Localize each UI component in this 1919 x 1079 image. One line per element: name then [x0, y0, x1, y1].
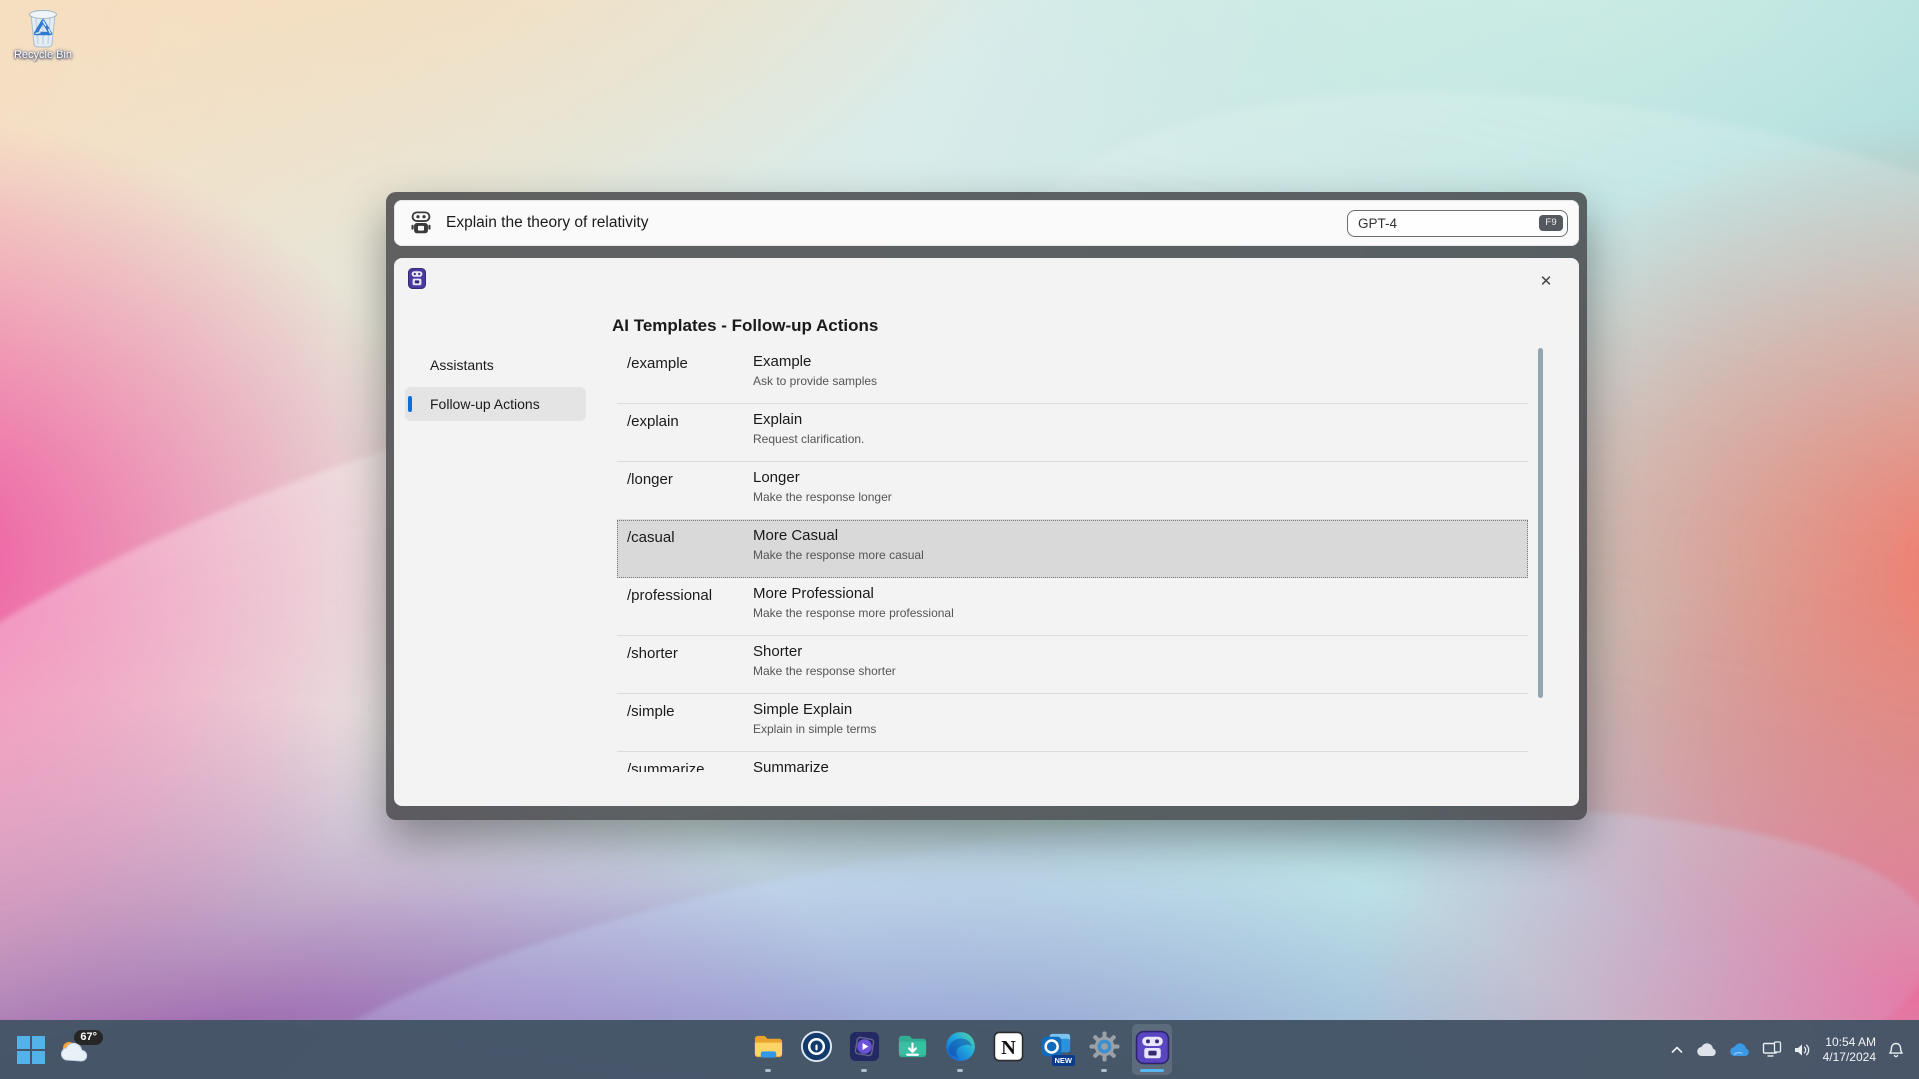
- onedrive-icon[interactable]: [1729, 1042, 1751, 1058]
- taskbar-apps: N NEW: [748, 1024, 1172, 1075]
- tray-time: 10:54 AM: [1823, 1035, 1876, 1050]
- template-row[interactable]: /simple Simple Explain Explain in simple…: [617, 694, 1528, 752]
- ai-assistant-icon[interactable]: [1132, 1024, 1172, 1075]
- model-name: GPT-4: [1358, 216, 1397, 231]
- taskbar: 67°: [0, 1020, 1919, 1079]
- outlook-new-badge: NEW: [1052, 1055, 1076, 1067]
- notifications-bell-icon[interactable]: [1887, 1041, 1905, 1059]
- templates-list: /example Example Ask to provide samples …: [617, 346, 1528, 772]
- template-name: Example: [753, 353, 877, 370]
- weather-widget[interactable]: 67°: [57, 1036, 97, 1066]
- recycle-bin-shortcut[interactable]: Recycle Bin: [8, 6, 78, 61]
- settings-icon[interactable]: [1084, 1024, 1124, 1075]
- template-command: /explain: [627, 411, 753, 461]
- sidebar-item-label: Follow-up Actions: [430, 396, 540, 412]
- prompt-input-text[interactable]: Explain the theory of relativity: [446, 214, 648, 232]
- sidebar-item-label: Assistants: [430, 357, 494, 373]
- template-description: Request clarification.: [753, 432, 864, 446]
- robot-icon: [408, 210, 434, 236]
- notion-icon[interactable]: N: [988, 1024, 1028, 1075]
- template-name: Simple Explain: [753, 701, 876, 718]
- templates-panel: ✕ AI Templates - Follow-up Actions Assis…: [394, 258, 1579, 806]
- file-explorer-icon[interactable]: [748, 1024, 788, 1075]
- recycle-bin-icon: [8, 6, 78, 48]
- weather-temp: 67°: [74, 1030, 103, 1045]
- template-description: Make the response more professional: [753, 606, 954, 620]
- template-command: /example: [627, 353, 753, 403]
- page-title: AI Templates - Follow-up Actions: [612, 316, 878, 336]
- template-description: Ask to provide samples: [753, 374, 877, 388]
- template-row[interactable]: /summarize Summarize: [617, 752, 1528, 772]
- media-player-icon[interactable]: [844, 1024, 884, 1075]
- system-tray: 10:54 AM 4/17/2024: [1669, 1020, 1919, 1079]
- template-row[interactable]: /professional More Professional Make the…: [617, 578, 1528, 636]
- assistant-prompt-bar[interactable]: Explain the theory of relativity GPT-4 F…: [394, 200, 1579, 246]
- template-command: /simple: [627, 701, 753, 751]
- microsoft-edge-icon[interactable]: [940, 1024, 980, 1075]
- model-hotkey-badge: F9: [1539, 215, 1563, 231]
- model-selector[interactable]: GPT-4 F9: [1347, 210, 1568, 237]
- 1password-icon[interactable]: [796, 1024, 836, 1075]
- cast-display-icon[interactable]: [1762, 1041, 1782, 1059]
- notion-letter: N: [1001, 1037, 1016, 1059]
- assistant-app-icon: [408, 268, 426, 289]
- tray-date: 4/17/2024: [1823, 1050, 1876, 1065]
- template-row[interactable]: /longer Longer Make the response longer: [617, 462, 1528, 520]
- templates-sidebar: Assistants Follow-up Actions: [405, 348, 586, 421]
- template-row[interactable]: /shorter Shorter Make the response short…: [617, 636, 1528, 694]
- template-name: More Professional: [753, 585, 954, 602]
- template-description: Make the response longer: [753, 490, 892, 504]
- template-name: Shorter: [753, 643, 896, 660]
- template-command: /shorter: [627, 643, 753, 693]
- template-name: Explain: [753, 411, 864, 428]
- clock[interactable]: 10:54 AM 4/17/2024: [1823, 1035, 1876, 1065]
- template-row[interactable]: /explain Explain Request clarification.: [617, 404, 1528, 462]
- template-description: Make the response shorter: [753, 664, 896, 678]
- close-icon[interactable]: ✕: [1535, 270, 1557, 292]
- recycle-bin-label: Recycle Bin: [8, 49, 78, 61]
- template-row[interactable]: /example Example Ask to provide samples: [617, 346, 1528, 404]
- tray-chevron-icon[interactable]: [1669, 1042, 1685, 1058]
- outlook-icon[interactable]: NEW: [1036, 1024, 1076, 1075]
- sidebar-item[interactable]: Assistants: [405, 348, 586, 382]
- scrollbar[interactable]: [1538, 348, 1543, 698]
- template-description: Make the response more casual: [753, 548, 924, 562]
- downloads-icon[interactable]: [892, 1024, 932, 1075]
- onedrive-paused-icon[interactable]: [1696, 1042, 1718, 1058]
- template-name: Summarize: [753, 759, 829, 772]
- template-command: /summarize: [627, 759, 753, 772]
- template-row[interactable]: /casual More Casual Make the response mo…: [617, 520, 1528, 578]
- template-description: Explain in simple terms: [753, 722, 876, 736]
- template-name: More Casual: [753, 527, 924, 544]
- template-command: /professional: [627, 585, 753, 635]
- start-button[interactable]: [16, 1035, 46, 1065]
- template-name: Longer: [753, 469, 892, 486]
- sidebar-item[interactable]: Follow-up Actions: [405, 387, 586, 421]
- volume-icon[interactable]: [1793, 1042, 1812, 1058]
- template-command: /longer: [627, 469, 753, 519]
- template-command: /casual: [627, 527, 753, 577]
